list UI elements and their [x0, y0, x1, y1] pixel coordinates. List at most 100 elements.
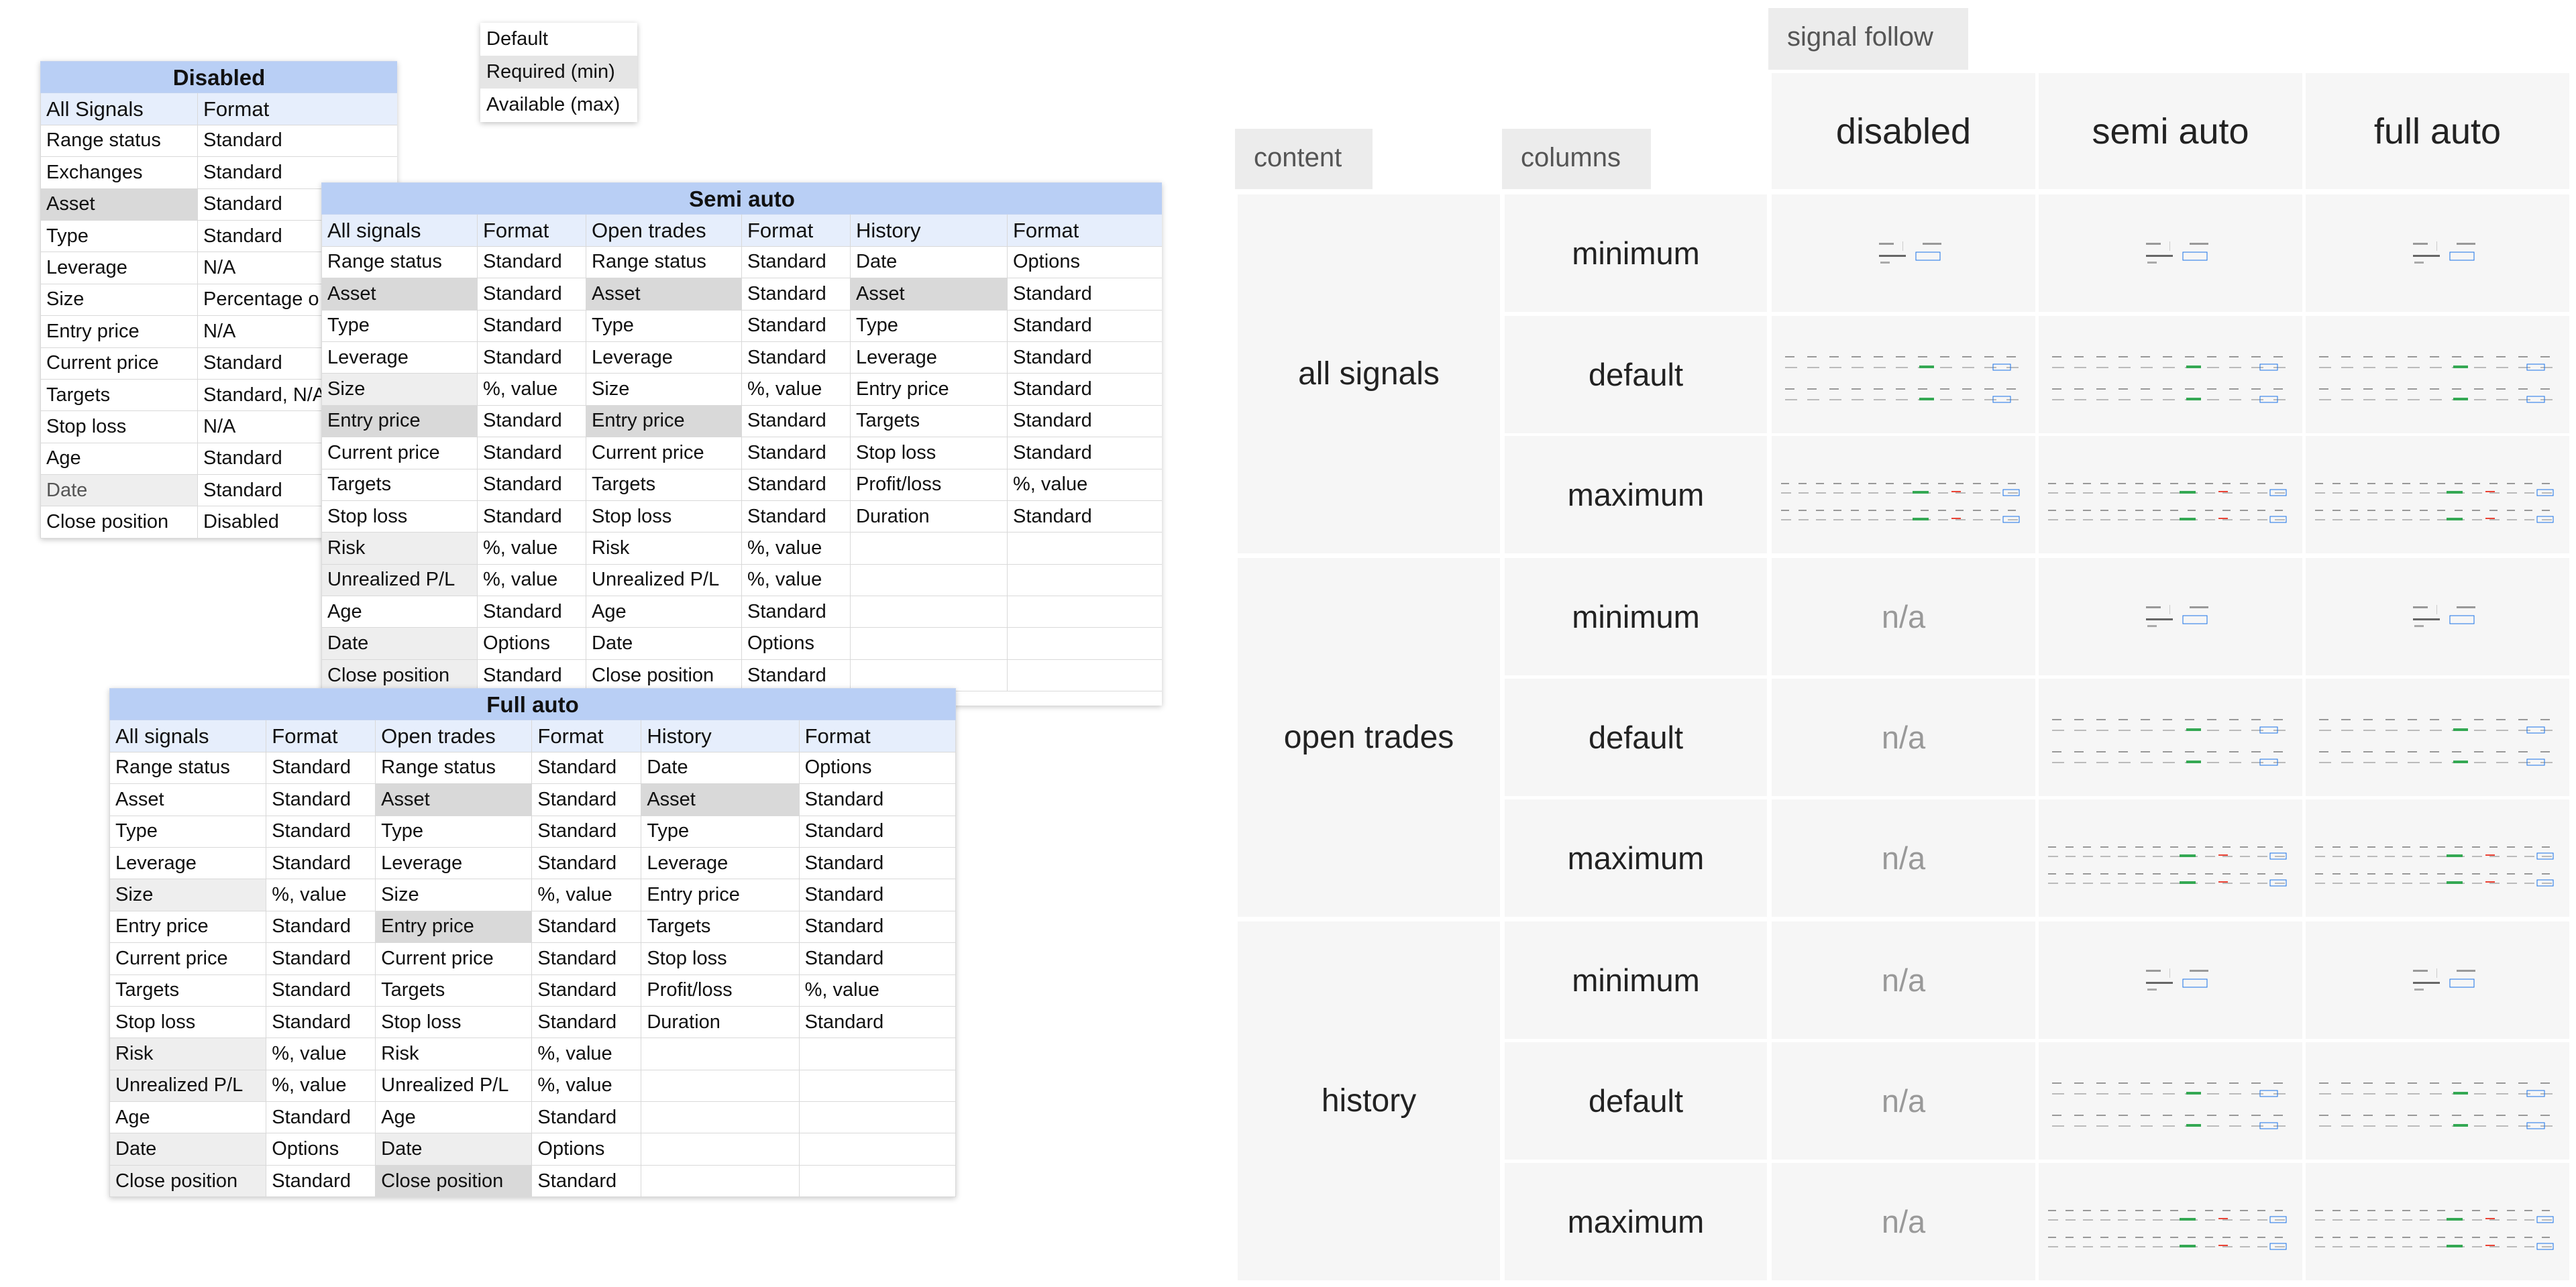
- semi-cell[interactable]: Standard: [741, 278, 851, 311]
- disabled-cell[interactable]: Entry price: [40, 315, 198, 348]
- matrix-cell[interactable]: [2306, 558, 2569, 675]
- disabled-cell[interactable]: Asset: [40, 188, 198, 221]
- disabled-cell[interactable]: Close position: [40, 506, 198, 539]
- full-cell[interactable]: Standard: [266, 974, 376, 1007]
- full-cell[interactable]: Targets: [641, 910, 800, 944]
- semi-header-cell[interactable]: Format: [1006, 214, 1162, 247]
- semi-cell[interactable]: Targets: [850, 404, 1008, 438]
- format-legend[interactable]: Default Required (min) Available (max): [480, 23, 637, 122]
- semi-cell[interactable]: Standard: [477, 341, 586, 374]
- full-header-cell[interactable]: Format: [798, 720, 956, 752]
- semi-cell[interactable]: Standard: [477, 659, 586, 692]
- full-cell[interactable]: Entry price: [375, 910, 533, 944]
- semi-cell[interactable]: Standard: [741, 245, 851, 279]
- semi-cell[interactable]: Standard: [477, 596, 586, 628]
- semi-cell[interactable]: Leverage: [850, 341, 1008, 374]
- full-header-cell[interactable]: Open trades: [375, 720, 533, 752]
- matrix-cell[interactable]: [2306, 1163, 2569, 1280]
- semi-cell[interactable]: Options: [477, 627, 586, 660]
- semi-cell[interactable]: Asset: [321, 278, 478, 311]
- full-cell[interactable]: Standard: [531, 910, 642, 944]
- semi-cell[interactable]: [1006, 563, 1162, 597]
- semi-cell[interactable]: Options: [1006, 245, 1162, 279]
- full-cell[interactable]: Options: [798, 751, 956, 785]
- full-cell[interactable]: Standard: [798, 879, 956, 911]
- semi-cell[interactable]: Risk: [586, 532, 742, 565]
- semi-cell[interactable]: Duration: [850, 500, 1008, 533]
- semi-cell[interactable]: Standard: [477, 278, 586, 311]
- full-cell[interactable]: Standard: [531, 815, 642, 848]
- semi-cell[interactable]: [1006, 627, 1162, 660]
- full-cell[interactable]: Size: [375, 879, 533, 911]
- full-cell[interactable]: Type: [109, 815, 267, 848]
- semi-cell[interactable]: %, value: [477, 532, 586, 565]
- full-cell[interactable]: Type: [375, 815, 533, 848]
- full-cell[interactable]: Close position: [109, 1164, 267, 1198]
- full-cell[interactable]: Asset: [375, 783, 533, 816]
- semi-header-cell[interactable]: All signals: [321, 214, 478, 247]
- disabled-cell[interactable]: Standard: [197, 124, 397, 158]
- semi-cell[interactable]: Standard: [1006, 500, 1162, 533]
- disabled-cell[interactable]: Stop loss: [40, 410, 198, 443]
- full-cell[interactable]: Standard: [531, 942, 642, 975]
- full-cell[interactable]: Asset: [109, 783, 267, 816]
- full-cell[interactable]: Standard: [266, 846, 376, 880]
- full-cell[interactable]: Standard: [798, 942, 956, 975]
- semi-cell[interactable]: Standard: [1006, 404, 1162, 438]
- semi-cell[interactable]: [850, 563, 1008, 597]
- semi-cell[interactable]: Current price: [586, 437, 742, 469]
- full-cell[interactable]: Standard: [531, 751, 642, 785]
- matrix-cell[interactable]: [2306, 679, 2569, 796]
- full-cell[interactable]: [641, 1069, 800, 1103]
- semi-cell[interactable]: Standard: [477, 500, 586, 533]
- semi-cell[interactable]: Standard: [477, 309, 586, 342]
- full-cell[interactable]: Stop loss: [109, 1005, 267, 1039]
- full-cell[interactable]: Standard: [531, 1101, 642, 1134]
- semi-cell[interactable]: Stop loss: [586, 500, 742, 533]
- semi-cell[interactable]: Close position: [586, 659, 742, 692]
- semi-header-cell[interactable]: Format: [741, 214, 851, 247]
- matrix-cell[interactable]: n/a: [1772, 1042, 2035, 1160]
- matrix-cell[interactable]: [2039, 436, 2302, 553]
- matrix-cell[interactable]: [2306, 1042, 2569, 1160]
- semi-cell[interactable]: Age: [321, 596, 478, 628]
- semi-cell[interactable]: Standard: [1006, 437, 1162, 469]
- full-cell[interactable]: Standard: [266, 1005, 376, 1039]
- matrix-cell[interactable]: n/a: [1772, 558, 2035, 675]
- disabled-cell[interactable]: Current price: [40, 347, 198, 380]
- semi-cell[interactable]: Targets: [586, 468, 742, 501]
- full-cell[interactable]: Standard: [531, 1164, 642, 1198]
- full-cell[interactable]: Entry price: [109, 910, 267, 944]
- full-cell[interactable]: Standard: [266, 910, 376, 944]
- full-cell[interactable]: [798, 1101, 956, 1134]
- full-cell[interactable]: Targets: [109, 974, 267, 1007]
- full-cell[interactable]: [641, 1101, 800, 1134]
- semi-cell[interactable]: Entry price: [850, 373, 1008, 406]
- matrix-cell[interactable]: [1772, 316, 2035, 433]
- matrix-cell[interactable]: [2306, 316, 2569, 433]
- full-cell[interactable]: Standard: [531, 846, 642, 880]
- full-cell[interactable]: [798, 1069, 956, 1103]
- full-cell[interactable]: Standard: [798, 783, 956, 816]
- full-cell[interactable]: Leverage: [109, 846, 267, 880]
- disabled-cell[interactable]: Age: [40, 442, 198, 475]
- semi-cell[interactable]: Entry price: [586, 404, 742, 438]
- full-cell[interactable]: Standard: [798, 1005, 956, 1039]
- semi-cell[interactable]: Age: [586, 596, 742, 628]
- semi-cell[interactable]: Entry price: [321, 404, 478, 438]
- full-cell[interactable]: Risk: [109, 1038, 267, 1070]
- semi-cell[interactable]: Unrealized P/L: [321, 563, 478, 597]
- matrix-cell[interactable]: [2306, 799, 2569, 917]
- semi-cell[interactable]: Stop loss: [321, 500, 478, 533]
- full-cell[interactable]: Asset: [641, 783, 800, 816]
- full-cell[interactable]: Options: [266, 1133, 376, 1166]
- semi-cell[interactable]: [850, 627, 1008, 660]
- semi-cell[interactable]: Standard: [741, 341, 851, 374]
- full-cell[interactable]: Entry price: [641, 879, 800, 911]
- semi-cell[interactable]: Options: [741, 627, 851, 660]
- semi-cell[interactable]: Leverage: [586, 341, 742, 374]
- semi-cell[interactable]: Standard: [477, 437, 586, 469]
- semi-cell[interactable]: Standard: [477, 468, 586, 501]
- full-cell[interactable]: Standard: [266, 751, 376, 785]
- semi-cell[interactable]: Type: [586, 309, 742, 342]
